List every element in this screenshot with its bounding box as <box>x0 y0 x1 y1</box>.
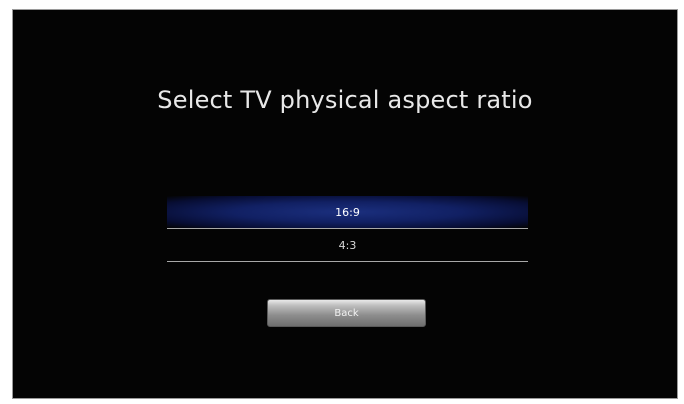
back-button[interactable]: Back <box>267 299 426 327</box>
screen-title: Select TV physical aspect ratio <box>157 86 533 114</box>
option-16-9[interactable]: 16:9 <box>167 196 528 229</box>
option-4-3[interactable]: 4:3 <box>167 229 528 262</box>
tv-setup-screen: Select TV physical aspect ratio 16:9 4:3… <box>12 9 678 399</box>
aspect-ratio-option-list: 16:9 4:3 <box>167 196 528 262</box>
